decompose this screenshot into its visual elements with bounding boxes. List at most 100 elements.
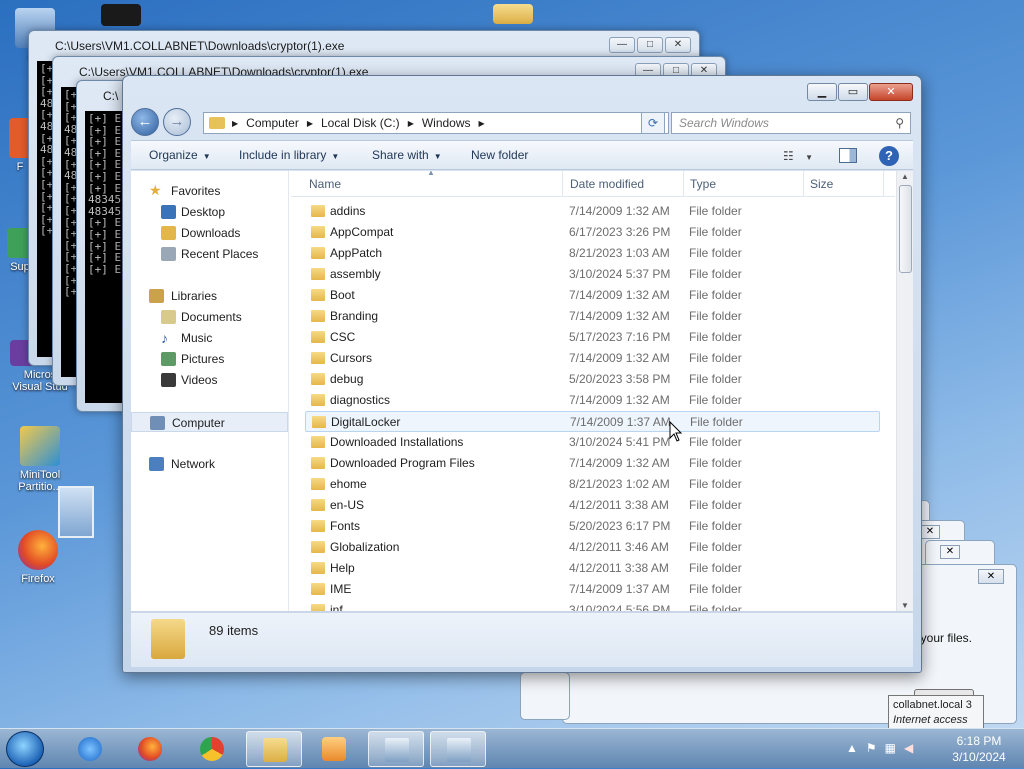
nav-recent-places[interactable]: Recent Places bbox=[131, 244, 288, 264]
table-row[interactable]: addins 7/14/2009 1:32 AM File folder bbox=[305, 201, 880, 222]
column-type[interactable]: Type bbox=[690, 177, 716, 191]
nav-pictures[interactable]: Pictures bbox=[131, 349, 288, 369]
organize-button[interactable]: Organize ▼ bbox=[149, 148, 211, 162]
close-button[interactable]: ✕ bbox=[869, 83, 913, 101]
table-row[interactable]: Globalization 4/12/2011 3:46 AM File folde… bbox=[305, 537, 880, 558]
table-row[interactable]: IME 7/14/2009 1:37 AM File folder bbox=[305, 579, 880, 600]
file-type: File folder bbox=[689, 309, 742, 323]
minimize-button[interactable]: — bbox=[609, 37, 635, 53]
column-date-modified[interactable]: Date modified bbox=[570, 177, 644, 191]
change-view-button[interactable]: ☷ ▼ bbox=[783, 149, 813, 163]
folder-icon bbox=[311, 247, 325, 259]
file-name: CSC bbox=[330, 330, 356, 344]
desktop-icon-firefox[interactable]: Firefox bbox=[8, 530, 68, 585]
table-row[interactable]: inf 3/10/2024 5:56 PM File folder bbox=[305, 600, 880, 611]
chevron-right-icon[interactable]: ▶ bbox=[307, 119, 313, 128]
help-icon[interactable]: ? bbox=[879, 146, 899, 166]
taskbar-media-player[interactable] bbox=[306, 731, 362, 767]
column-size[interactable]: Size bbox=[810, 177, 833, 191]
chevron-right-icon[interactable]: ▶ bbox=[408, 119, 414, 128]
breadcrumb-windows[interactable]: Windows bbox=[422, 116, 471, 130]
volume-muted-icon[interactable]: ◀ bbox=[904, 741, 921, 755]
content-area: ★ Favorites Desktop Downloads Recent Pla… bbox=[131, 171, 913, 612]
desktop-icon-folder[interactable] bbox=[482, 4, 544, 27]
table-row[interactable]: diagnostics 7/14/2009 1:32 AM File folder bbox=[305, 390, 880, 411]
nav-music[interactable]: ♪ Music bbox=[131, 328, 288, 348]
maximize-button[interactable]: ▭ bbox=[838, 83, 868, 101]
start-button[interactable] bbox=[6, 731, 44, 767]
nav-videos[interactable]: Videos bbox=[131, 370, 288, 390]
breadcrumb-local-disk[interactable]: Local Disk (C:) bbox=[321, 116, 400, 130]
address-bar[interactable]: ▶ Computer ▶ Local Disk (C:) ▶ Windows ▶… bbox=[203, 112, 669, 134]
dialog-message: your files. bbox=[920, 631, 972, 645]
column-divider[interactable] bbox=[883, 171, 884, 197]
nav-label: Favorites bbox=[171, 184, 221, 198]
column-name[interactable]: Name bbox=[309, 177, 341, 191]
close-icon[interactable]: ✕ bbox=[920, 525, 940, 539]
chevron-right-icon[interactable]: ▶ bbox=[479, 119, 485, 128]
taskbar-firefox[interactable] bbox=[122, 731, 178, 767]
nav-network[interactable]: Network bbox=[131, 454, 288, 474]
recent-places-icon bbox=[161, 247, 176, 261]
share-with-button[interactable]: Share with ▼ bbox=[372, 148, 442, 162]
table-row[interactable]: en-US 4/12/2011 3:38 AM File folder bbox=[305, 495, 880, 516]
desktop-icon-video[interactable] bbox=[90, 4, 152, 29]
file-date-modified: 7/14/2009 1:32 AM bbox=[569, 351, 670, 365]
nav-downloads[interactable]: Downloads bbox=[131, 223, 288, 243]
network-icon[interactable]: ▦ bbox=[885, 741, 904, 755]
table-row[interactable]: AppCompat 6/17/2023 3:26 PM File folder bbox=[305, 222, 880, 243]
table-row[interactable]: debug 5/20/2023 3:58 PM File folder bbox=[305, 369, 880, 390]
nav-libraries[interactable]: Libraries bbox=[131, 286, 288, 306]
table-row[interactable]: Branding 7/14/2009 1:32 AM File folder bbox=[305, 306, 880, 327]
maximize-button[interactable]: □ bbox=[637, 37, 663, 53]
column-divider[interactable] bbox=[683, 171, 684, 197]
nav-computer[interactable]: Computer bbox=[131, 412, 288, 432]
forward-button[interactable]: → bbox=[163, 108, 191, 136]
table-row[interactable]: assembly 3/10/2024 5:37 PM File folder bbox=[305, 264, 880, 285]
search-input[interactable]: Search Windows ⚲ bbox=[671, 112, 911, 134]
table-row[interactable]: Help 4/12/2011 3:38 AM File folder bbox=[305, 558, 880, 579]
table-row[interactable]: Downloaded Program Files 7/14/2009 1:32 A… bbox=[305, 453, 880, 474]
scroll-up-icon[interactable]: ▲ bbox=[901, 172, 909, 181]
taskbar-internet-explorer[interactable] bbox=[62, 731, 118, 767]
vertical-scrollbar[interactable]: ▲ ▼ bbox=[896, 171, 913, 611]
table-row[interactable]: DigitalLocker 7/14/2009 1:37 AM File folde… bbox=[305, 411, 880, 432]
action-center-flag-icon[interactable]: ⚑ bbox=[866, 741, 885, 755]
new-folder-button[interactable]: New folder bbox=[471, 148, 528, 162]
column-divider[interactable] bbox=[562, 171, 563, 197]
table-row[interactable]: AppPatch 8/21/2023 1:03 AM File folder bbox=[305, 243, 880, 264]
close-icon[interactable]: ✕ bbox=[940, 545, 960, 559]
table-row[interactable]: CSC 5/17/2023 7:16 PM File folder bbox=[305, 327, 880, 348]
breadcrumb-computer[interactable]: Computer bbox=[246, 116, 299, 130]
explorer-window[interactable]: ▁ ▭ ✕ ← → ▶ Computer ▶ Local Disk (C:) ▶… bbox=[122, 75, 922, 673]
refresh-button[interactable]: ⟳ bbox=[641, 112, 665, 134]
close-icon[interactable]: ✕ bbox=[978, 569, 1004, 584]
table-row[interactable]: Boot 7/14/2009 1:32 AM File folder bbox=[305, 285, 880, 306]
folder-icon bbox=[311, 457, 325, 469]
taskbar-console-2[interactable] bbox=[430, 731, 486, 767]
table-row[interactable]: ehome 8/21/2023 1:02 AM File folder bbox=[305, 474, 880, 495]
nav-favorites[interactable]: ★ Favorites bbox=[131, 181, 288, 201]
clock[interactable]: 6:18 PM 3/10/2024 bbox=[944, 729, 1014, 769]
include-in-library-button[interactable]: Include in library ▼ bbox=[239, 148, 339, 162]
nav-desktop[interactable]: Desktop bbox=[131, 202, 288, 222]
scrollbar-thumb[interactable] bbox=[899, 185, 912, 273]
desktop-icon-minitool[interactable]: MiniTool Partitio... bbox=[8, 426, 72, 493]
preview-pane-icon[interactable] bbox=[839, 148, 857, 163]
taskbar-chrome[interactable] bbox=[184, 731, 240, 767]
close-button[interactable]: ✕ bbox=[665, 37, 691, 53]
table-row[interactable]: Cursors 7/14/2009 1:32 AM File folder bbox=[305, 348, 880, 369]
table-row[interactable]: Fonts 5/20/2023 6:17 PM File folder bbox=[305, 516, 880, 537]
column-divider[interactable] bbox=[803, 171, 804, 197]
taskbar-console-1[interactable] bbox=[368, 731, 424, 767]
tooltip-line-2: Internet access bbox=[893, 714, 968, 726]
table-row[interactable]: Downloaded Installations 3/10/2024 5:41 P… bbox=[305, 432, 880, 453]
show-hidden-icons-icon[interactable]: ▲ bbox=[846, 741, 866, 755]
taskbar-explorer[interactable] bbox=[246, 731, 302, 767]
minimize-button[interactable]: ▁ bbox=[807, 83, 837, 101]
scroll-down-icon[interactable]: ▼ bbox=[901, 601, 909, 610]
file-date-modified: 8/21/2023 1:02 AM bbox=[569, 477, 670, 491]
file-type: File folder bbox=[689, 225, 742, 239]
nav-documents[interactable]: Documents bbox=[131, 307, 288, 327]
back-button[interactable]: ← bbox=[131, 108, 159, 136]
